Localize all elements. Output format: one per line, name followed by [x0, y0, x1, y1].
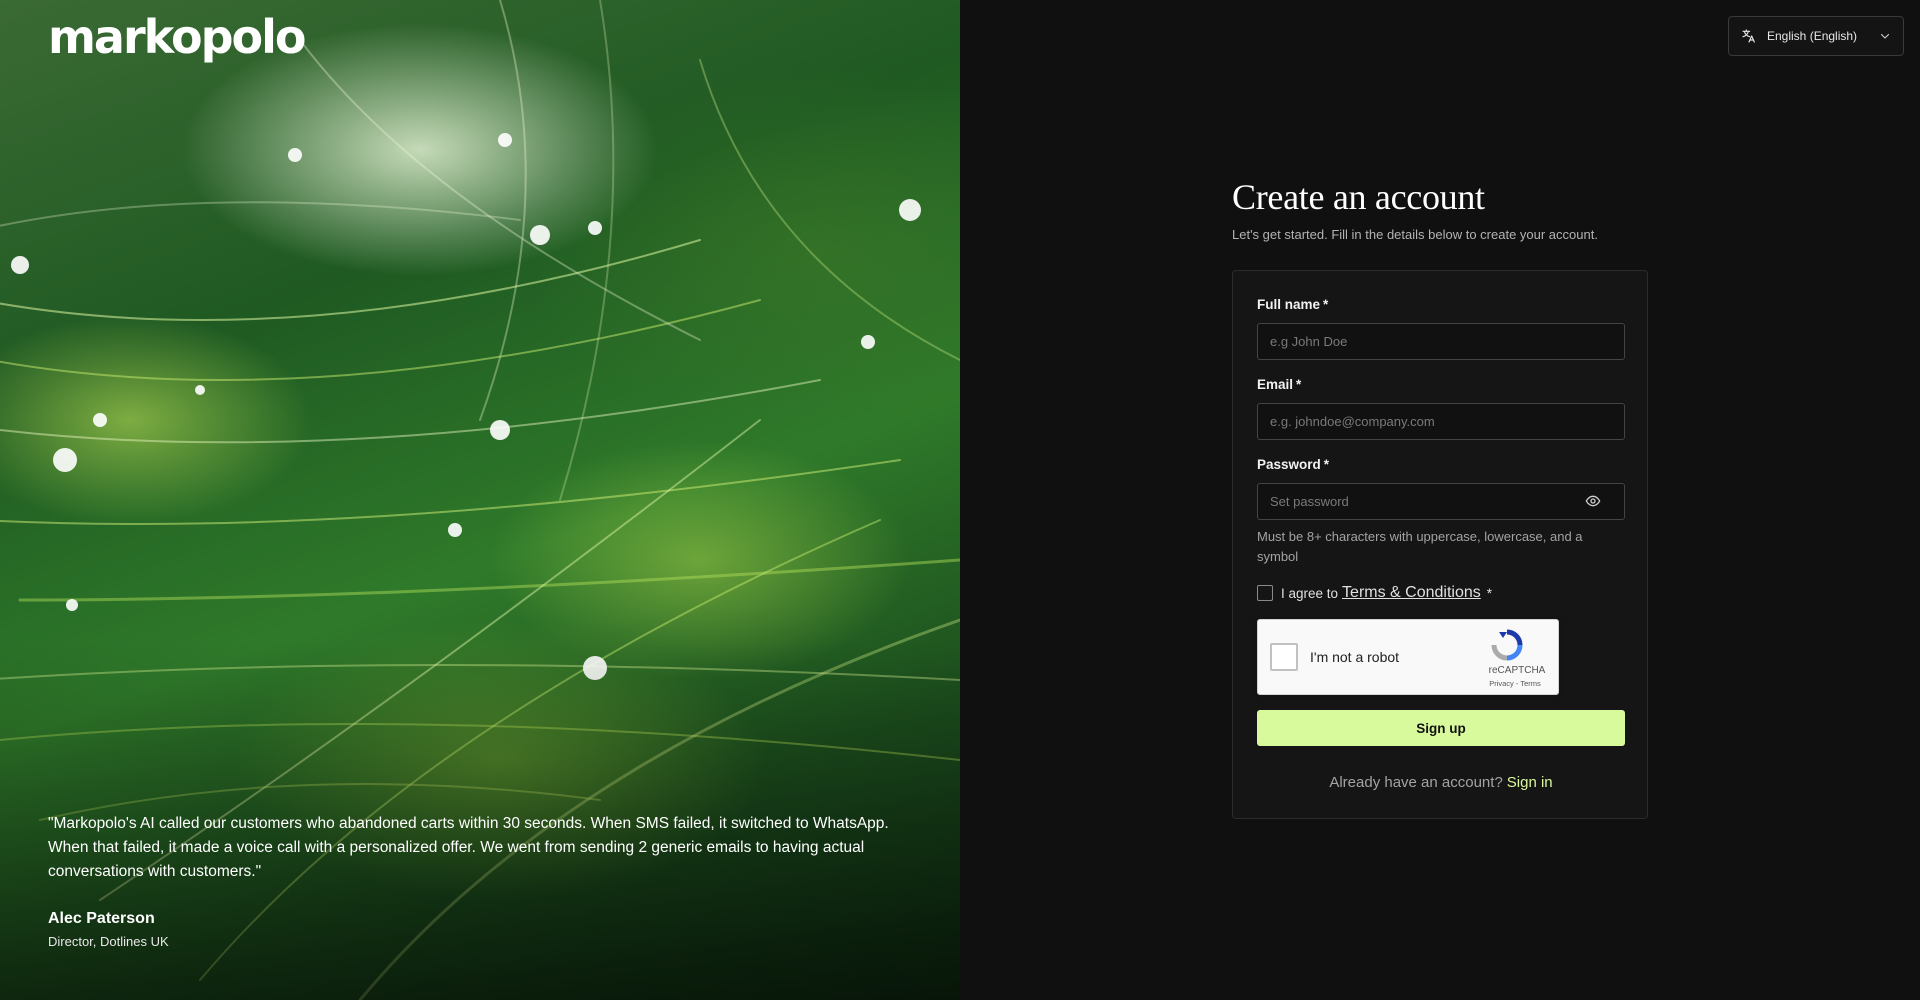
terms-prefix: I agree to	[1281, 585, 1339, 601]
translate-icon	[1742, 29, 1755, 43]
recaptcha-logo-icon	[1491, 629, 1523, 661]
signin-prefix: Already have an account?	[1329, 774, 1503, 791]
language-label: English (English)	[1767, 29, 1858, 43]
testimonial-author: Alec Paterson	[48, 910, 155, 927]
chevron-down-icon	[1880, 33, 1890, 39]
testimonial-quote: "Markopolo's AI called our customers who…	[48, 815, 889, 880]
eye-icon[interactable]	[1585, 493, 1601, 509]
sign-in-link[interactable]: Sign in	[1507, 774, 1553, 791]
required-marker: *	[1296, 377, 1302, 392]
hero-image: markopolo "Markopolo's AI called our cus…	[0, 0, 960, 1000]
recaptcha-brand: reCAPTCHA	[1488, 665, 1546, 676]
page-subtitle: Let's get started. Fill in the details b…	[1232, 227, 1598, 242]
full-name-label: Full name *	[1257, 297, 1328, 312]
recaptcha-widget: I'm not a robot reCAPTCHA Privacy - Term…	[1257, 619, 1559, 695]
signin-row: Already have an account? Sign in	[1233, 774, 1649, 791]
signup-form-card: Full name* Email* Password* Must be 8+ c…	[1232, 270, 1648, 819]
brand-logo: markopolo	[48, 10, 307, 64]
password-input[interactable]	[1257, 483, 1625, 520]
required-marker: *	[1323, 457, 1330, 472]
terms-link[interactable]: Terms & Conditions	[1342, 584, 1481, 602]
email-input[interactable]	[1257, 403, 1625, 440]
recaptcha-checkbox[interactable]	[1270, 643, 1298, 671]
full-name-input[interactable]	[1257, 323, 1625, 360]
email-label-text: Email	[1257, 377, 1294, 392]
language-selector[interactable]: English (English)	[1728, 16, 1904, 56]
recaptcha-links[interactable]: Privacy - Terms	[1470, 679, 1560, 688]
page-title: Create an account	[1232, 177, 1485, 217]
terms-row: I agree to Terms & Conditions *	[1257, 584, 1492, 602]
required-marker: *	[1323, 297, 1329, 312]
email-label: Email *	[1257, 377, 1301, 392]
password-hint: Must be 8+ characters with uppercase, lo…	[1257, 529, 1583, 564]
terms-checkbox[interactable]	[1257, 585, 1273, 601]
testimonial-role: Director, Dotlines UK	[48, 934, 169, 949]
sign-up-button[interactable]: Sign up	[1257, 710, 1625, 746]
full-name-label-text: Full name	[1257, 297, 1321, 312]
terms-required-marker: *	[1486, 585, 1493, 601]
recaptcha-label: I'm not a robot	[1310, 649, 1400, 665]
password-label-text: Password	[1257, 457, 1321, 472]
password-label: Password *	[1257, 457, 1329, 472]
